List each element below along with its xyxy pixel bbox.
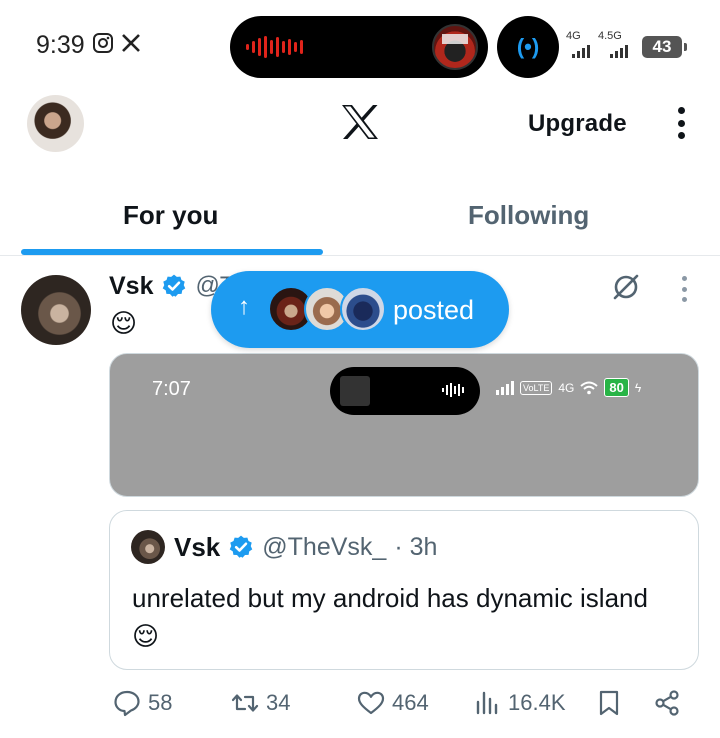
- views-button[interactable]: 16.4K: [472, 688, 566, 718]
- quoted-tweet[interactable]: Vsk @TheVsk_ · 3h unrelated but my andro…: [109, 510, 699, 670]
- status-time: 9:39: [36, 31, 85, 59]
- active-tab-indicator: [21, 249, 323, 255]
- views-count: 16.4K: [508, 690, 566, 715]
- network-type-label: 4G: [566, 30, 581, 42]
- verified-badge-icon: [163, 274, 186, 297]
- quoted-author-avatar: [131, 530, 165, 564]
- quoted-author-name: Vsk: [174, 531, 221, 562]
- more-options-icon[interactable]: [676, 107, 686, 139]
- signal-icon-secondary: 4.5G: [598, 30, 630, 58]
- album-art-icon: [432, 24, 478, 70]
- media-volte-label: VoLTE: [520, 380, 553, 395]
- like-count: 464: [392, 690, 429, 715]
- quoted-tweet-time: · 3h: [394, 532, 438, 561]
- broadcast-icon[interactable]: (•): [497, 16, 559, 78]
- grok-icon[interactable]: [611, 272, 641, 302]
- tweet-more-icon[interactable]: [682, 276, 688, 302]
- tweet-actions: 58 34 464 16.4K: [108, 688, 708, 724]
- new-post-avatar: [340, 286, 386, 332]
- battery-icon: 43: [642, 36, 687, 58]
- bookmark-icon: [599, 690, 619, 716]
- media-status-icons: VoLTE 4G 80 ϟ: [496, 378, 641, 397]
- profile-avatar[interactable]: [27, 95, 84, 152]
- tweet-author-name[interactable]: Vsk: [109, 272, 153, 301]
- upgrade-button[interactable]: Upgrade: [528, 110, 627, 138]
- tweet-author-avatar[interactable]: [21, 275, 91, 345]
- status-bar: 9:39 (•) 4G 4.5G 43: [0, 0, 720, 92]
- tab-following[interactable]: Following: [468, 200, 589, 231]
- reply-count: 58: [148, 690, 173, 715]
- media-battery-icon: 80: [604, 378, 629, 397]
- media-charging-icon: ϟ: [634, 380, 642, 395]
- status-right-icons: 4G 4.5G 43: [566, 30, 687, 58]
- x-notification-icon: [122, 34, 140, 52]
- media-thumbnail-icon: [340, 376, 370, 406]
- media-wifi-icon: [580, 381, 599, 394]
- retweet-icon: [231, 694, 259, 712]
- reply-icon: [114, 690, 140, 717]
- media-network-label: 4G: [558, 380, 575, 395]
- new-posts-label: posted: [393, 295, 475, 325]
- tab-for-you[interactable]: For you: [123, 200, 218, 231]
- reply-button[interactable]: 58: [112, 688, 172, 718]
- status-notification-icons: [92, 32, 142, 54]
- quoted-tweet-header: Vsk @TheVsk_ · 3h: [174, 531, 437, 563]
- signal-icon: 4G: [566, 30, 592, 58]
- quoted-author-handle: @TheVsk_: [262, 532, 387, 561]
- new-posts-pill[interactable]: ↑ posted: [211, 271, 509, 348]
- media-status-time: 7:07: [152, 378, 191, 400]
- quoted-tweet-text: unrelated but my android has dynamic isl…: [132, 583, 648, 651]
- share-button[interactable]: [652, 688, 682, 718]
- quoted-verified-badge-icon: [229, 535, 253, 558]
- views-chart-icon: [476, 691, 498, 715]
- tweet-media-image[interactable]: 7:07 VoLTE 4G 80 ϟ: [109, 353, 699, 497]
- retweet-count: 34: [266, 690, 291, 715]
- audio-waveform-icon: [246, 36, 303, 58]
- dynamic-island-media[interactable]: [230, 16, 488, 78]
- media-waveform-icon: [442, 383, 464, 397]
- x-logo-icon: [342, 105, 378, 139]
- media-dynamic-island: [330, 367, 480, 415]
- feed-tabs: For you Following: [0, 180, 720, 256]
- tweet-text: 😌: [110, 308, 138, 338]
- bookmark-button[interactable]: [594, 688, 624, 718]
- instagram-icon: [93, 33, 113, 53]
- share-icon: [655, 690, 679, 716]
- like-button[interactable]: 464: [356, 688, 429, 718]
- media-signal-icon: [496, 380, 514, 395]
- network-type-label-secondary: 4.5G: [598, 30, 622, 42]
- arrow-up-icon: ↑: [238, 293, 250, 320]
- heart-icon: [357, 691, 385, 715]
- retweet-button[interactable]: 34: [230, 688, 290, 718]
